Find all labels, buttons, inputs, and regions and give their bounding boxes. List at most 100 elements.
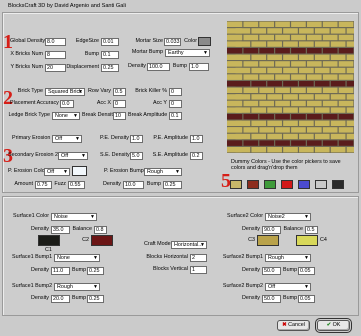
brick-killer-field[interactable]: 0	[169, 88, 182, 96]
surface2-balance-field[interactable]: 0.5	[305, 226, 318, 234]
erosion-density-field[interactable]: 10.0	[123, 181, 144, 189]
surface2-bump1-bump-field[interactable]: 0.05	[298, 267, 315, 275]
mortar-color-swatch[interactable]	[198, 37, 211, 46]
se-density-label: S.E. Density	[100, 152, 130, 158]
brick	[299, 94, 314, 100]
displacement-field[interactable]: 0.25	[101, 64, 119, 72]
surface2-bump2-bump-field[interactable]: 0.05	[298, 295, 315, 303]
cancel-button[interactable]: ✖ Cancel	[277, 320, 310, 331]
brick	[275, 100, 290, 107]
dummy-color-swatch[interactable]	[315, 180, 327, 189]
brick	[322, 61, 338, 67]
c1-swatch[interactable]	[38, 235, 60, 246]
se-density-field[interactable]: 5.0	[130, 152, 143, 160]
amount-field[interactable]: 0.75	[35, 181, 52, 189]
dummy-color-swatch[interactable]	[264, 180, 276, 189]
surface2-bump1-density-field[interactable]: 50.0	[262, 267, 281, 275]
brick	[251, 107, 267, 113]
bump-field[interactable]: 0.1	[101, 51, 119, 59]
brick	[330, 81, 346, 87]
p-erosion-color-swatch[interactable]	[72, 166, 87, 176]
blocks-horizontal-field[interactable]: 2	[190, 254, 207, 262]
brick	[227, 114, 243, 120]
p-erosion-bump-value: Rough	[147, 169, 163, 175]
surface2-bump2-dropdown[interactable]: Off ▼	[265, 283, 311, 291]
se-amplitude-field[interactable]: 0.2	[190, 152, 203, 160]
edge-size-field[interactable]: 0.01	[101, 38, 119, 46]
surface1-balance-field[interactable]: 0.8	[94, 226, 107, 234]
surface1-density-field[interactable]: 35.0	[51, 226, 70, 234]
dummy-color-swatch[interactable]	[332, 180, 344, 189]
dummy-color-swatch[interactable]	[230, 180, 242, 189]
row-vary-field[interactable]: 0.5	[113, 88, 126, 96]
surface1-bump2-density-field[interactable]: 20.0	[51, 295, 70, 303]
surface1-bump1-bump-field[interactable]: 0.25	[87, 267, 104, 275]
surface2-bump2-density-field[interactable]: 50.0	[262, 295, 281, 303]
brick	[227, 21, 243, 27]
brick-type-dropdown[interactable]: Squared Brick ▼	[45, 88, 85, 96]
surface2-density-field[interactable]: 90.0	[262, 226, 281, 234]
surface1-bump2-value: Rough	[57, 284, 73, 290]
placement-accuracy-field[interactable]: 0.0	[60, 100, 74, 108]
ok-label: OK	[332, 322, 341, 328]
acc-y-field[interactable]: 0	[169, 100, 182, 108]
secondary-erosion-dropdown[interactable]: Off ▼	[58, 152, 88, 160]
brick	[235, 94, 251, 100]
y-bricks-field[interactable]: 20	[45, 64, 66, 72]
surface2-bump1-bump-label: Bump	[283, 267, 298, 273]
acc-x-field[interactable]: 0	[113, 100, 126, 108]
primary-erosion-dropdown[interactable]: Off ▼	[52, 135, 82, 143]
brick	[346, 120, 354, 126]
mortar-bump-dropdown[interactable]: Earthy ▼	[165, 49, 210, 57]
brick	[259, 61, 275, 67]
mortar-density-field[interactable]: 100.0	[147, 63, 170, 71]
global-density-field[interactable]: 8.0	[45, 38, 66, 46]
brick	[322, 87, 338, 93]
break-density-field[interactable]: 10	[113, 112, 126, 120]
surface1-bump2-bump-field[interactable]: 0.25	[87, 295, 104, 303]
surface1-color-dropdown[interactable]: Noise ▼	[51, 213, 97, 221]
surface1-color-label: Surface1 Color	[13, 213, 49, 219]
surface2-bump1-dropdown[interactable]: Rough ▼	[265, 254, 311, 262]
dummy-color-swatch[interactable]	[281, 180, 293, 189]
dummy-color-swatch[interactable]	[298, 180, 310, 189]
brick	[314, 67, 330, 74]
surface2-color-dropdown[interactable]: Noise2 ▼	[265, 213, 311, 221]
c4-label: C4	[320, 237, 327, 243]
brick	[259, 34, 275, 41]
p-erosion-bump-dropdown[interactable]: Rough ▼	[144, 168, 182, 176]
mortar-size-field[interactable]: 0.033	[164, 38, 181, 46]
x-bricks-field[interactable]: 8	[45, 51, 66, 59]
ledge-brick-type-dropdown[interactable]: None ▼	[52, 112, 80, 120]
brick	[275, 140, 290, 146]
ok-button[interactable]: ✔ OK	[315, 318, 352, 333]
dummy-color-swatch[interactable]	[247, 180, 259, 189]
c4-swatch[interactable]	[296, 235, 318, 246]
brick	[227, 87, 243, 93]
dummy-colors-note: Dummy Colors - Use the color pickers to …	[231, 159, 341, 172]
dialog-window: BlocksCraft 3D by David Argenio and Sant…	[0, 0, 361, 336]
break-amplitude-field[interactable]: 0.1	[169, 112, 182, 120]
mortar-bump2-field[interactable]: 1.0	[189, 63, 209, 71]
surface1-bump1-density-field[interactable]: 11.0	[51, 267, 70, 275]
blocks-vertical-field[interactable]: 1	[190, 266, 207, 274]
brick	[275, 114, 290, 120]
erosion-bump-field[interactable]: 0.25	[163, 181, 182, 189]
pe-density-field[interactable]: 1.0	[130, 135, 143, 143]
craft-mode-label: Craft Mode	[144, 241, 171, 247]
surface1-bump1-dropdown[interactable]: None ▼	[54, 254, 100, 262]
fuzz-field[interactable]: 0.55	[68, 181, 85, 189]
brick	[314, 41, 330, 47]
surface1-bump1-label: Surface1 Bump1	[12, 254, 53, 260]
c2-swatch[interactable]	[91, 235, 113, 246]
p-erosion-color-dropdown[interactable]: Off ▼	[44, 168, 70, 176]
surface1-bump2-dropdown[interactable]: Rough ▼	[54, 283, 100, 291]
c3-swatch[interactable]	[257, 235, 279, 246]
brick	[235, 67, 251, 74]
surface1-bump1-bump-label: Bump	[72, 267, 87, 273]
brick	[306, 61, 322, 67]
brick	[306, 87, 322, 93]
brick	[299, 28, 314, 34]
craft-mode-dropdown[interactable]: Horizontal... ▼	[171, 241, 207, 249]
pe-amplitude-field[interactable]: 1.0	[190, 135, 203, 143]
